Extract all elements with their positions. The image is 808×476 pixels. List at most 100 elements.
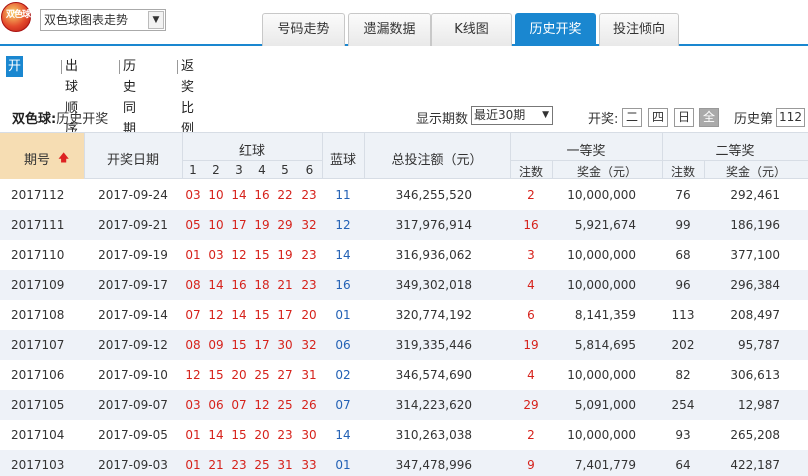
total-bet-cell: 317,976,914 — [395, 218, 472, 232]
subnav-history-same-period[interactable]: 历史同期 — [121, 56, 138, 137]
red-ball-number: 27 — [277, 368, 293, 382]
first-prize-count-cell: 6 — [527, 308, 535, 322]
lottery-select[interactable]: 双色球图表走势 ▼ — [40, 9, 166, 31]
red-ball-number: 23 — [277, 428, 293, 442]
red-ball-number: 21 — [277, 278, 293, 292]
history-issue-input[interactable]: 112 — [776, 108, 805, 127]
red-pos-3: 3 — [235, 163, 243, 177]
red-ball-number: 23 — [301, 188, 317, 202]
red-ball-number: 31 — [301, 368, 317, 382]
tab-missing-data[interactable]: 遗漏数据 — [348, 13, 431, 46]
blue-ball-number: 12 — [335, 218, 351, 232]
period-select[interactable]: 最近30期 ▼ — [471, 106, 553, 125]
total-bet-cell: 310,263,038 — [395, 428, 472, 442]
tab-kline[interactable]: K线图 — [431, 13, 512, 46]
red-ball-number: 01 — [185, 248, 201, 262]
second-prize-amount-cell: 422,187 — [730, 458, 780, 472]
red-ball-number: 19 — [254, 218, 270, 232]
divider — [182, 160, 322, 161]
second-prize-amount-cell: 186,196 — [730, 218, 780, 232]
first-prize-count-cell: 2 — [527, 428, 535, 442]
divider — [182, 133, 183, 179]
total-bet-cell: 349,302,018 — [395, 278, 472, 292]
second-prize-amount-cell: 296,384 — [730, 278, 780, 292]
red-ball-number: 09 — [208, 338, 224, 352]
red-ball-number: 10 — [208, 218, 224, 232]
day-filter-thu[interactable]: 四 — [648, 108, 668, 127]
red-ball-number: 23 — [231, 458, 247, 472]
date-cell: 2017-09-12 — [98, 338, 168, 352]
tab-history-draw[interactable]: 历史开奖 — [515, 13, 596, 46]
chevron-down-icon[interactable]: ▼ — [148, 11, 164, 29]
issue-cell: 2017112 — [11, 188, 65, 202]
history-label: 历史第 — [734, 112, 774, 127]
red-ball-number: 31 — [277, 458, 293, 472]
second-prize-amount-cell: 377,100 — [730, 248, 780, 262]
subnav-draw-info[interactable]: 开奖信息 — [6, 56, 24, 137]
red-ball-number: 06 — [208, 398, 224, 412]
sort-by-issue-header[interactable]: 期号 🡅 — [0, 133, 84, 179]
red-ball-number: 32 — [301, 218, 317, 232]
date-cell: 2017-09-21 — [98, 218, 168, 232]
table-row: 2017104 2017-09-05 01 14 15 20 23 30 14 310,263,0… — [0, 420, 808, 450]
subnav-ball-order[interactable]: 出球顺序 — [63, 56, 80, 137]
tab-bet-trend[interactable]: 投注倾向 — [599, 13, 679, 46]
red-ball-number: 23 — [301, 278, 317, 292]
red-ball-number: 20 — [231, 368, 247, 382]
red-ball-number: 15 — [254, 308, 270, 322]
day-filter-all[interactable]: 全 — [699, 108, 719, 127]
red-ball-number: 33 — [301, 458, 317, 472]
second-prize-amount-header: 奖金（元） — [725, 165, 786, 179]
red-ball-number: 29 — [277, 218, 293, 232]
first-prize-amount-cell: 5,921,674 — [574, 218, 636, 232]
first-prize-amount-cell: 5,814,695 — [574, 338, 636, 352]
first-prize-amount-cell: 10,000,000 — [567, 188, 636, 202]
red-ball-number: 12 — [208, 308, 224, 322]
red-ball-number: 15 — [231, 428, 247, 442]
divider — [119, 60, 120, 74]
first-prize-count-cell: 16 — [523, 218, 539, 232]
first-prize-amount-header: 奖金（元） — [576, 165, 637, 179]
second-prize-amount-cell: 265,208 — [730, 428, 780, 442]
section-title: 双色球:历史开奖 — [12, 108, 108, 127]
red-ball-number: 18 — [254, 278, 270, 292]
date-cell: 2017-09-14 — [98, 308, 168, 322]
second-prize-amount-cell: 12,987 — [738, 398, 780, 412]
sort-up-icon[interactable]: 🡅 — [58, 149, 69, 168]
date-header: 开奖日期 — [106, 153, 159, 168]
table-row: 2017103 2017-09-03 01 21 23 25 31 33 01 347,478,9… — [0, 450, 808, 476]
section-title-bold: 双色球: — [12, 112, 57, 127]
red-ball-number: 01 — [185, 428, 201, 442]
first-prize-amount-cell: 10,000,000 — [567, 248, 636, 262]
day-filter-tue[interactable]: 二 — [622, 108, 642, 127]
red-ball-number: 05 — [185, 218, 201, 232]
table-row: 2017109 2017-09-17 08 14 16 18 21 23 16 349,302,0… — [0, 270, 808, 300]
date-cell: 2017-09-19 — [98, 248, 168, 262]
chevron-down-icon: ▼ — [542, 110, 549, 120]
issue-header-label: 期号 — [24, 153, 51, 168]
red-ball-header: 红球 — [238, 144, 265, 159]
blue-ball-number: 01 — [335, 308, 351, 322]
red-ball-number: 23 — [301, 248, 317, 262]
date-cell: 2017-09-03 — [98, 458, 168, 472]
red-ball-number: 30 — [277, 338, 293, 352]
period-label: 显示期数 — [416, 112, 469, 127]
second-prize-amount-cell: 208,497 — [730, 308, 780, 322]
red-ball-number: 17 — [254, 338, 270, 352]
day-filter-sun[interactable]: 日 — [674, 108, 694, 127]
red-ball-number: 12 — [254, 398, 270, 412]
second-prize-amount-cell: 292,461 — [730, 188, 780, 202]
table-row: 2017107 2017-09-12 08 09 15 17 30 32 06 319,335,4… — [0, 330, 808, 360]
divider — [662, 133, 663, 179]
total-bet-cell: 319,335,446 — [395, 338, 472, 352]
red-ball-number: 22 — [277, 188, 293, 202]
issue-cell: 2017103 — [11, 458, 65, 472]
red-ball-number: 15 — [254, 248, 270, 262]
first-prize-amount-cell: 8,141,359 — [574, 308, 636, 322]
tab-number-trend[interactable]: 号码走势 — [262, 13, 345, 46]
second-prize-count-cell: 64 — [675, 458, 691, 472]
red-ball-number: 30 — [301, 428, 317, 442]
subnav-payout-ratio[interactable]: 返奖比例 — [179, 56, 196, 137]
blue-ball-number: 11 — [335, 188, 351, 202]
total-bet-cell: 320,774,192 — [395, 308, 472, 322]
